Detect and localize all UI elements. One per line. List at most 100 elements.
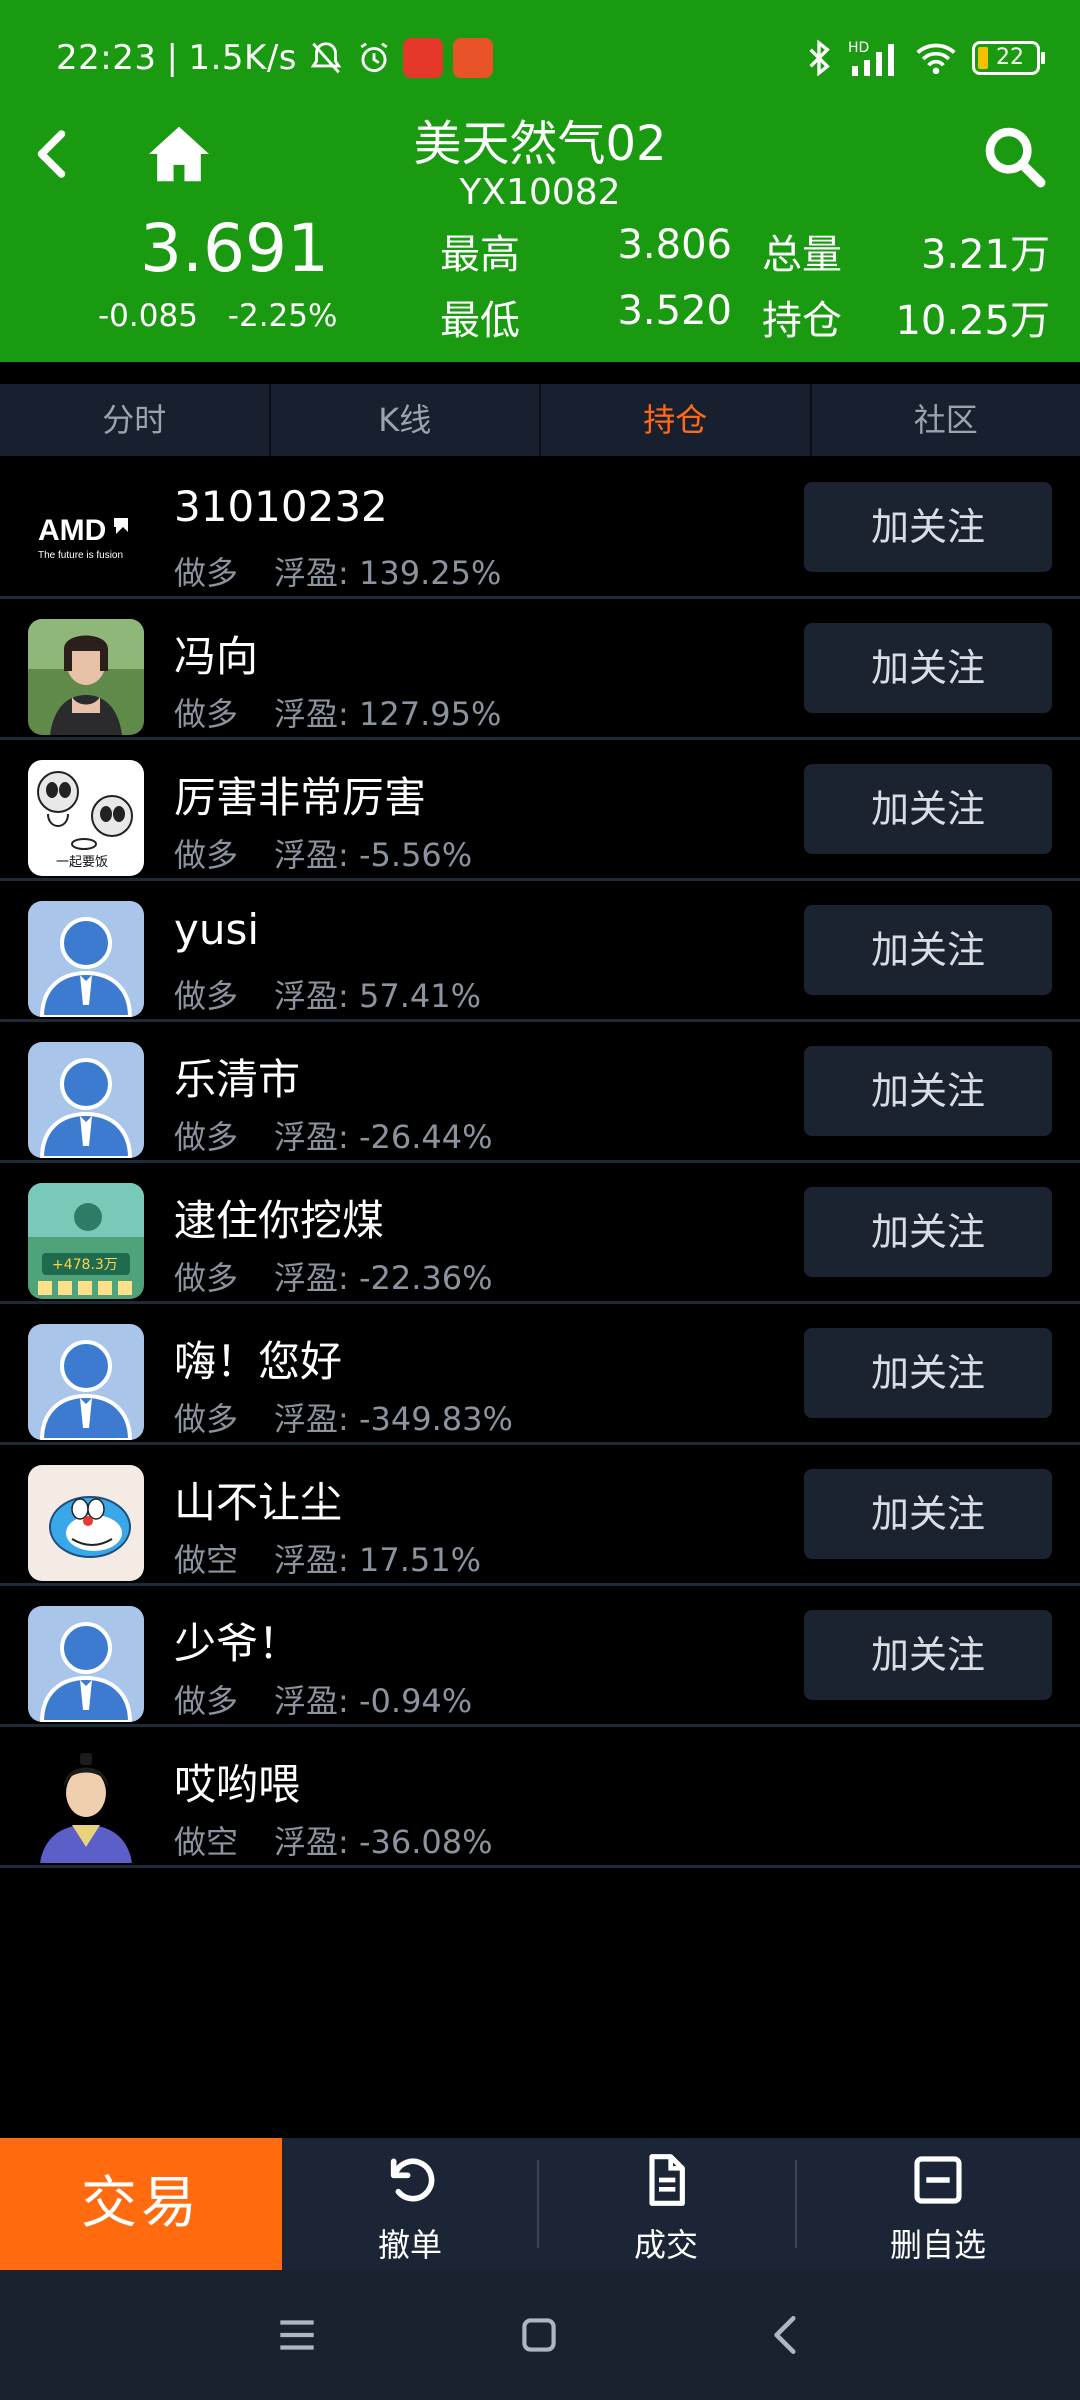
- follow-button[interactable]: 加关注: [804, 1469, 1052, 1559]
- low-value: 3.520: [617, 288, 732, 334]
- list-item[interactable]: 哎哟喂 做空 浮盈: -36.08%: [0, 1727, 1080, 1868]
- low-label: 最低: [440, 298, 520, 344]
- change-value: -0.085: [98, 298, 198, 334]
- menu-icon[interactable]: [272, 2310, 322, 2360]
- remove-watchlist-button[interactable]: 删自选: [796, 2138, 1080, 2270]
- tab-timeshare[interactable]: 分时: [0, 384, 271, 456]
- default-user-icon[interactable]: [28, 1606, 144, 1722]
- pnl-label: 浮盈:: [274, 836, 349, 874]
- holder-meta: 做多 浮盈: 127.95%: [174, 689, 501, 735]
- holder-name: 山不让尘: [174, 1478, 343, 1527]
- search-icon[interactable]: [982, 124, 1046, 188]
- default-user-icon[interactable]: [28, 1324, 144, 1440]
- list-item[interactable]: yusi 做多 浮盈: 57.41% 加关注: [0, 881, 1080, 1022]
- holder-list: AMD The future is fusion 31010232 做多 浮盈: …: [0, 458, 1080, 1868]
- holder-direction: 做多: [174, 695, 239, 733]
- tab-kline[interactable]: K线: [271, 384, 541, 456]
- contract-code: YX10082: [459, 172, 621, 213]
- game-caption: +478.3万: [52, 1257, 118, 1273]
- pnl-value: 57.41%: [358, 977, 481, 1015]
- holder-name: 哎哟喂: [174, 1760, 301, 1809]
- change-percent: -2.25%: [227, 298, 338, 334]
- cancel-order-button[interactable]: 撤单: [282, 2138, 538, 2270]
- holder-meta: 做多 浮盈: -22.36%: [174, 1253, 493, 1299]
- list-item[interactable]: 山不让尘 做空 浮盈: 17.51% 加关注: [0, 1445, 1080, 1586]
- bluetooth-icon: [809, 39, 830, 77]
- follow-button[interactable]: 加关注: [804, 482, 1052, 572]
- list-item[interactable]: +478.3万 逮住你挖煤 做多 浮盈: -22.36% 加关注: [0, 1163, 1080, 1304]
- holder-direction: 做多: [174, 977, 239, 1015]
- cancel-order-label: 撤单: [377, 2226, 442, 2264]
- status-time: 22:23: [56, 38, 157, 78]
- battery-level: 22: [996, 45, 1024, 70]
- avatar-game[interactable]: +478.3万: [28, 1183, 144, 1299]
- list-item[interactable]: 冯向 做多 浮盈: 127.95% 加关注: [0, 599, 1080, 740]
- list-item[interactable]: 少爷！ 做多 浮盈: -0.94% 加关注: [0, 1586, 1080, 1727]
- home-square-icon[interactable]: [514, 2310, 564, 2360]
- holder-meta: 做多 浮盈: 139.25%: [174, 548, 501, 594]
- follow-button[interactable]: 加关注: [804, 764, 1052, 854]
- avatar-photo[interactable]: [28, 619, 144, 735]
- app-notification-icon-2: [453, 38, 493, 78]
- high-label: 最高: [440, 232, 520, 278]
- pnl-value: -22.36%: [358, 1259, 493, 1297]
- tab-community[interactable]: 社区: [812, 384, 1080, 456]
- pnl-label: 浮盈:: [274, 1541, 349, 1579]
- holder-direction: 做空: [174, 1823, 239, 1861]
- deals-button[interactable]: 成交: [538, 2138, 794, 2270]
- svg-text:HD: HD: [848, 40, 869, 56]
- price-change: -0.085 -2.25%: [98, 298, 357, 334]
- holder-name: 乐清市: [174, 1055, 301, 1104]
- pnl-value: -36.08%: [358, 1823, 493, 1861]
- status-left: 22:23 | 1.5K/s: [56, 38, 493, 78]
- alarm-icon: [360, 42, 388, 73]
- follow-button[interactable]: 加关注: [804, 1328, 1052, 1418]
- follow-button[interactable]: 加关注: [804, 1187, 1052, 1277]
- battery-icon: 22: [972, 41, 1045, 75]
- tab-bar: 分时 K线 持仓 社区: [0, 384, 1080, 456]
- holder-name: 少爷！: [174, 1619, 301, 1668]
- holder-name: 逮住你挖煤: [174, 1196, 385, 1245]
- back-triangle-icon[interactable]: [762, 2310, 812, 2360]
- holder-direction: 做多: [174, 1400, 239, 1438]
- position-value: 10.25万: [895, 298, 1050, 344]
- follow-button[interactable]: 加关注: [804, 623, 1052, 713]
- volume-label: 总量: [762, 232, 842, 278]
- amd-logo-text: AMD: [38, 514, 106, 547]
- holder-direction: 做多: [174, 1118, 239, 1156]
- pnl-value: 17.51%: [358, 1541, 481, 1579]
- system-navigation-bar: [0, 2270, 1080, 2400]
- avatar-amd-logo[interactable]: AMD The future is fusion: [28, 478, 144, 594]
- position-label: 持仓: [762, 298, 842, 344]
- list-item[interactable]: 乐清市 做多 浮盈: -26.44% 加关注: [0, 1022, 1080, 1163]
- pnl-value: -26.44%: [358, 1118, 493, 1156]
- list-item[interactable]: AMD The future is fusion 31010232 做多 浮盈: …: [0, 458, 1080, 599]
- pnl-label: 浮盈:: [274, 695, 349, 733]
- avatar-cartoon[interactable]: 一起要饭: [28, 760, 144, 876]
- signal-icon: HD: [848, 40, 894, 76]
- list-item[interactable]: 一起要饭 厉害非常厉害 做多 浮盈: -5.56% 加关注: [0, 740, 1080, 881]
- list-item[interactable]: 嗨！您好 做多 浮盈: -349.83% 加关注: [0, 1304, 1080, 1445]
- follow-button[interactable]: 加关注: [804, 1046, 1052, 1136]
- holder-name: yusi: [174, 905, 260, 954]
- avatar-doraemon[interactable]: [28, 1465, 144, 1581]
- holder-direction: 做多: [174, 554, 239, 592]
- tab-positions[interactable]: 持仓: [541, 384, 812, 456]
- pnl-label: 浮盈:: [274, 1823, 349, 1861]
- avatar-character[interactable]: [28, 1747, 144, 1863]
- default-user-icon[interactable]: [28, 1042, 144, 1158]
- minus-box-icon: [914, 2156, 962, 2204]
- wifi-icon: [916, 43, 956, 75]
- holder-name: 嗨！您好: [174, 1337, 343, 1386]
- holder-meta: 做多 浮盈: -0.94%: [174, 1676, 472, 1722]
- follow-button[interactable]: 加关注: [804, 905, 1052, 995]
- holder-direction: 做空: [174, 1541, 239, 1579]
- high-value: 3.806: [617, 222, 732, 268]
- default-user-icon[interactable]: [28, 901, 144, 1017]
- trade-button[interactable]: 交易: [0, 2138, 282, 2270]
- follow-button[interactable]: 加关注: [804, 1610, 1052, 1700]
- pnl-value: -349.83%: [358, 1400, 513, 1438]
- document-icon: [649, 2154, 685, 2206]
- status-right: HD 22: [804, 38, 1045, 78]
- remove-watchlist-label: 删自选: [889, 2226, 986, 2264]
